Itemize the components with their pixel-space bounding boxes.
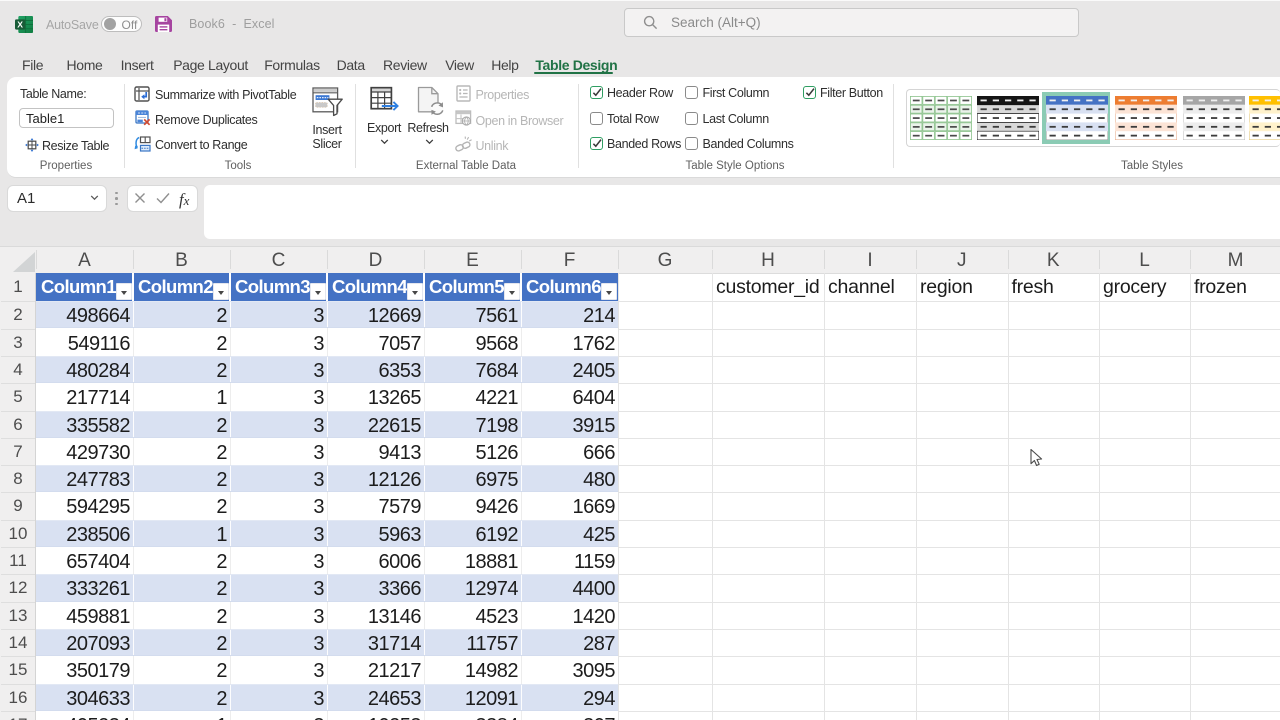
svg-text:X: X bbox=[17, 19, 23, 29]
